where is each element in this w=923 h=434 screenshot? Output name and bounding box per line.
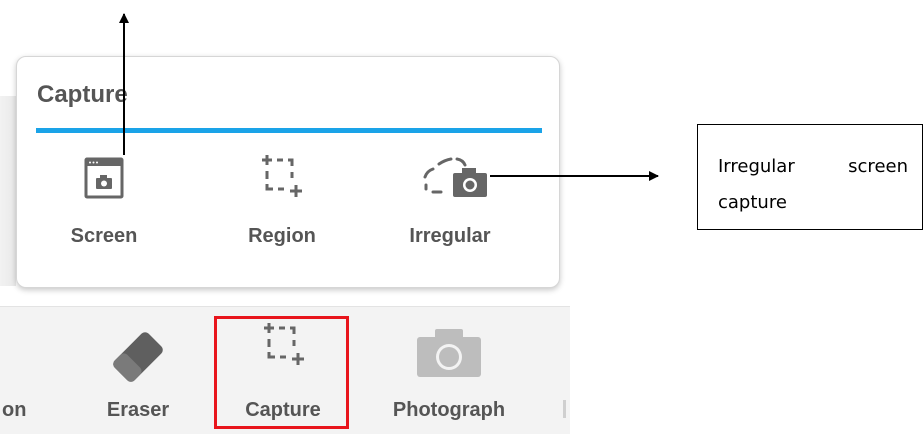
callout-text: Irregular screen capture (718, 156, 908, 213)
capture-screen-button[interactable]: Screen (29, 147, 179, 277)
toolbar-item-eraser[interactable]: Eraser (78, 307, 198, 434)
capture-region-label: Region (248, 225, 316, 247)
capture-irregular-button[interactable]: Irregular (375, 147, 525, 277)
toolbar-item-capture[interactable]: Capture (214, 307, 352, 434)
toolbar-item-partial[interactable]: on (0, 307, 52, 434)
screen-camera-icon (84, 157, 124, 199)
callout-box: Irregular screen capture (697, 124, 923, 230)
capture-region-button[interactable]: Region (207, 147, 357, 277)
toolbar-item-photograph-label: Photograph (392, 399, 506, 421)
region-select-icon (262, 155, 302, 197)
panel-shadow (0, 96, 16, 286)
ribbon-toolbar: on Eraser Capture Photograph (0, 306, 570, 434)
irregular-select-icon (423, 157, 487, 197)
panel-title: Capture (37, 81, 128, 108)
toolbar-item-photograph[interactable]: Photograph (364, 307, 534, 434)
capture-screen-label: Screen (70, 225, 138, 247)
region-select-icon (264, 323, 304, 365)
toolbar-separator (563, 400, 566, 418)
toolbar-item-eraser-label: Eraser (106, 399, 170, 421)
capture-irregular-label: Irregular (409, 225, 491, 247)
camera-icon (417, 329, 481, 377)
eraser-icon (113, 332, 163, 382)
toolbar-item-capture-label: Capture (245, 399, 321, 421)
panel-title-underline (36, 128, 542, 133)
capture-panel: Capture Screen Region Irregular (16, 56, 560, 288)
toolbar-item-partial-label: on (2, 399, 27, 421)
